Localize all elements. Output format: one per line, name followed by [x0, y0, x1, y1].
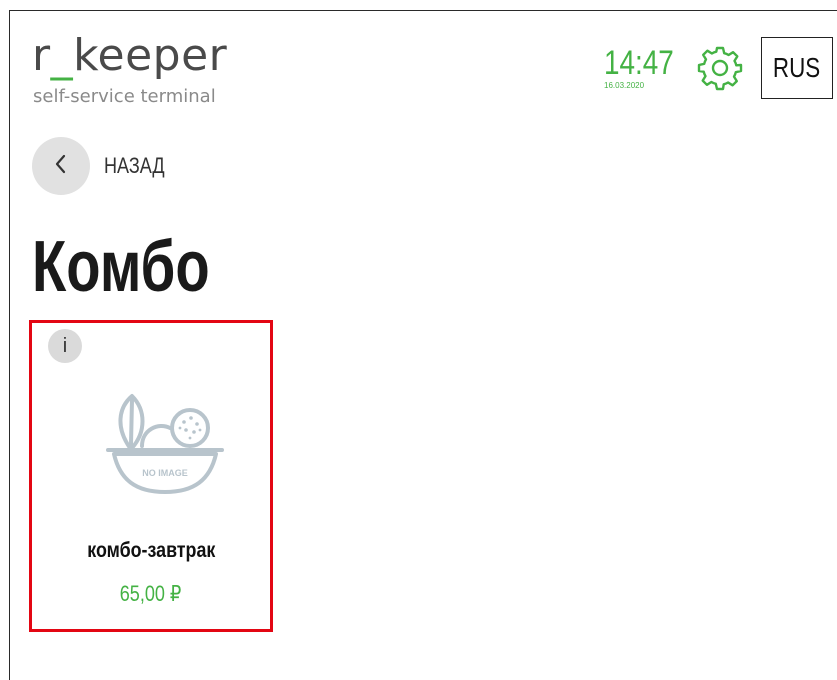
product-card[interactable]: i NO IMAGE комбо-завтрак 65,00 ₽: [29, 320, 273, 632]
product-name-text: комбо-завтрак: [86, 539, 216, 562]
logo-wordmark: r_keeper: [32, 30, 227, 82]
logo-suffix: keeper: [73, 30, 228, 81]
language-button[interactable]: RUS: [761, 37, 833, 99]
page-title: Комбо: [32, 227, 210, 307]
language-label: RUS: [773, 52, 821, 83]
back-button-circle[interactable]: [32, 137, 90, 195]
clock-time: 14:47: [604, 44, 674, 82]
back-button[interactable]: НАЗАД: [32, 136, 178, 196]
product-price-text: 65,00 ₽: [120, 581, 182, 606]
info-icon[interactable]: i: [48, 329, 82, 363]
gear-icon[interactable]: [696, 44, 744, 92]
info-label: i: [62, 334, 68, 357]
no-image-placeholder: NO IMAGE: [102, 388, 228, 498]
logo-prefix: r: [32, 30, 51, 81]
clock: 14:47 16.03.2020: [604, 44, 694, 94]
back-label[interactable]: НАЗАД: [104, 153, 165, 179]
logo-subtitle: self-service terminal: [33, 86, 216, 107]
chevron-left-icon: [52, 153, 70, 180]
rkeeper-logo: r_keeper self-service terminal: [32, 30, 292, 110]
no-image-text: NO IMAGE: [142, 468, 188, 478]
product-price: 65,00 ₽: [32, 581, 270, 607]
kiosk-screen: r_keeper self-service terminal 14:47 16.…: [0, 0, 837, 680]
clock-date: 16.03.2020: [604, 81, 645, 90]
product-name: комбо-завтрак: [32, 539, 270, 563]
logo-separator: _: [50, 30, 74, 81]
